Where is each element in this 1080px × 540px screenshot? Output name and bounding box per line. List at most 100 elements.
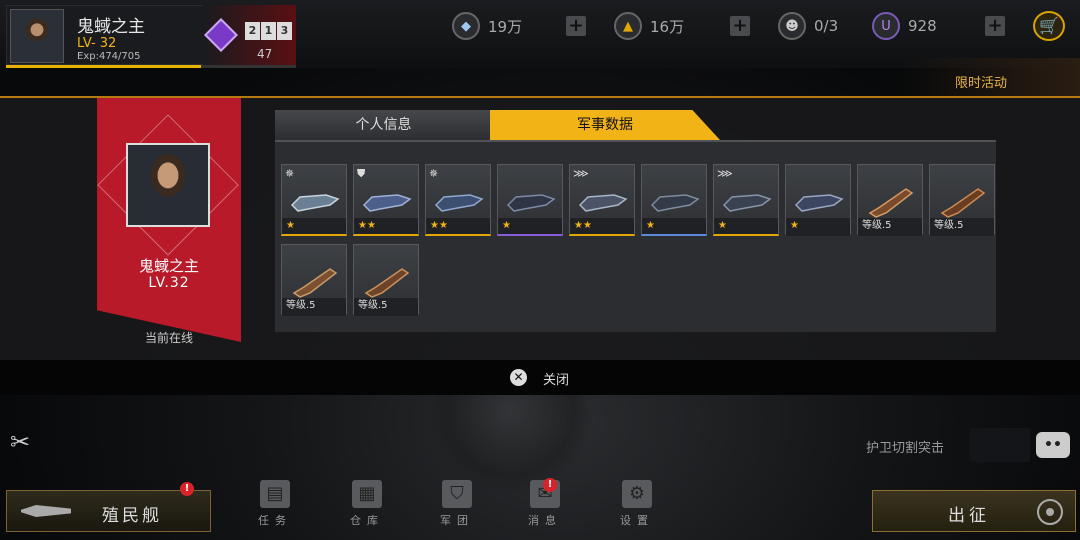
- weapon-image: [434, 194, 484, 212]
- profile-name: 鬼蜮之主: [138, 257, 199, 275]
- add-crystal-button[interactable]: +: [566, 16, 586, 36]
- podium-icon: 2 1 3: [245, 22, 292, 40]
- tab-personal-info[interactable]: 个人信息: [275, 110, 492, 140]
- close-icon[interactable]: ✕: [510, 369, 527, 386]
- deploy-label: 出征: [948, 506, 990, 526]
- weapon-card[interactable]: ★: [785, 164, 851, 236]
- weapon-rating: ★: [642, 218, 706, 234]
- escort-slot: [970, 428, 1030, 462]
- nav-warehouse[interactable]: ▦ 仓库: [332, 480, 402, 532]
- notification-badge: !: [180, 482, 194, 496]
- colony-label: 殖民舰: [102, 506, 162, 526]
- deploy-button[interactable]: 出征: [872, 490, 1076, 532]
- player-name: 鬼蜮之主: [77, 17, 145, 37]
- weapon-card[interactable]: ✵ ★: [281, 164, 347, 236]
- u-coin-icon: U: [872, 12, 900, 40]
- rank-badge[interactable]: 2 1 3 47: [203, 5, 296, 65]
- weapon-image: [578, 194, 628, 212]
- nav-settings[interactable]: ⚙ 设置: [602, 480, 672, 532]
- weapon-image: [364, 268, 410, 298]
- podium-digit: 3: [277, 22, 292, 40]
- resource-value: 928: [908, 17, 937, 35]
- nav-label: 消息: [528, 514, 562, 527]
- weapon-card[interactable]: 等级.5: [857, 164, 923, 236]
- weapon-rating: 等级.5: [858, 218, 922, 234]
- colony-ship-button[interactable]: 殖民舰: [6, 490, 211, 532]
- weapon-card[interactable]: ★: [497, 164, 563, 236]
- weapon-rating: 等级.5: [930, 218, 994, 234]
- rank-chevron-icon: ⋙: [717, 167, 733, 180]
- online-status: 当前在线: [144, 331, 193, 345]
- avatar-large: [126, 143, 210, 227]
- weapon-image: [362, 194, 412, 212]
- weapon-rating: ★: [282, 218, 346, 234]
- nav-legion[interactable]: ⛉ 军团: [422, 480, 492, 532]
- weapon-card[interactable]: ✵ ★★: [425, 164, 491, 236]
- nav-label: 仓库: [350, 514, 384, 527]
- weapon-card[interactable]: 等级.5: [353, 244, 419, 316]
- add-gold-button[interactable]: +: [730, 16, 750, 36]
- weapon-image: [292, 268, 338, 298]
- shop-cart-icon[interactable]: 🛒: [1033, 11, 1065, 41]
- star-burst-icon: ✵: [285, 167, 295, 180]
- weapon-rating: ★★: [570, 218, 634, 234]
- weapon-rating: ★: [714, 218, 778, 234]
- avatar[interactable]: [10, 9, 64, 63]
- legion-icon: ⛉: [442, 480, 472, 508]
- weapon-rating: ★★: [354, 218, 418, 234]
- weapons-panel: ✵ ★ ⛊ ★★ ✵ ★★ ★ ⋙ ★★ ★ ⋙ ★ ★ 等级.5 等级.5 等级.5 等级.5: [275, 140, 996, 332]
- weapon-rating: 等级.5: [354, 298, 418, 314]
- weapon-card[interactable]: ⋙ ★: [713, 164, 779, 236]
- weapon-rating: 等级.5: [282, 298, 346, 314]
- resource-pilot: ☻ 0/3: [778, 12, 838, 40]
- tab-military-data[interactable]: 军事数据: [490, 110, 720, 140]
- rank-gem-icon: [204, 18, 238, 52]
- weapon-image: [650, 194, 700, 212]
- resource-crystal: ◆ 19万: [452, 12, 522, 40]
- star-burst-icon: ✵: [429, 167, 439, 180]
- weapon-card[interactable]: ⋙ ★★: [569, 164, 635, 236]
- resource-value: 0/3: [814, 17, 839, 35]
- weapon-image: [506, 194, 556, 212]
- wrench-icon[interactable]: ✂: [10, 428, 30, 456]
- rank-number: 47: [257, 47, 273, 61]
- ship-icon: [21, 505, 71, 517]
- warehouse-icon: ▦: [352, 480, 382, 508]
- task-icon: ▤: [260, 480, 290, 508]
- resource-value: 16万: [650, 17, 685, 36]
- profile-level: LV.32: [148, 275, 190, 291]
- weapon-card[interactable]: 等级.5: [281, 244, 347, 316]
- shield-badge-icon: ⛊: [357, 167, 366, 180]
- weapon-image: [940, 188, 986, 218]
- add-u-coin-button[interactable]: +: [985, 16, 1005, 36]
- resource-gold: ▲ 16万: [614, 12, 684, 40]
- player-exp: Exp:474/705: [77, 51, 141, 62]
- weapon-rating: ★: [498, 218, 562, 234]
- weapon-image: [290, 194, 340, 212]
- resource-u-coin: U 928: [872, 12, 937, 40]
- chat-icon[interactable]: ••: [1036, 432, 1070, 458]
- weapon-card[interactable]: ⛊ ★★: [353, 164, 419, 236]
- exp-bar: [6, 65, 296, 68]
- player-level: LV- 32: [77, 36, 117, 51]
- weapon-rating: ★★: [426, 218, 490, 234]
- weapon-rating: ★: [786, 218, 850, 234]
- close-button[interactable]: 关闭: [543, 369, 569, 388]
- escort-label: 护卫切割突击: [866, 441, 945, 456]
- limited-event-link[interactable]: 限时活动: [955, 72, 1007, 91]
- weapon-card[interactable]: 等级.5: [929, 164, 995, 236]
- notification-badge: !: [543, 478, 557, 492]
- close-bar: [0, 360, 1080, 395]
- weapon-image: [722, 194, 772, 212]
- nav-label: 设置: [620, 514, 654, 527]
- exp-bar-fill: [6, 65, 201, 68]
- weapon-image: [868, 188, 914, 218]
- nav-label: 任务: [258, 514, 292, 527]
- nav-tasks[interactable]: ▤ 任务: [240, 480, 310, 532]
- weapon-image: [794, 194, 844, 212]
- settings-icon: ⚙: [622, 480, 652, 508]
- weapon-card[interactable]: ★: [641, 164, 707, 236]
- pilot-icon: ☻: [778, 12, 806, 40]
- crosshair-icon: [1037, 499, 1063, 525]
- nav-label: 军团: [440, 514, 474, 527]
